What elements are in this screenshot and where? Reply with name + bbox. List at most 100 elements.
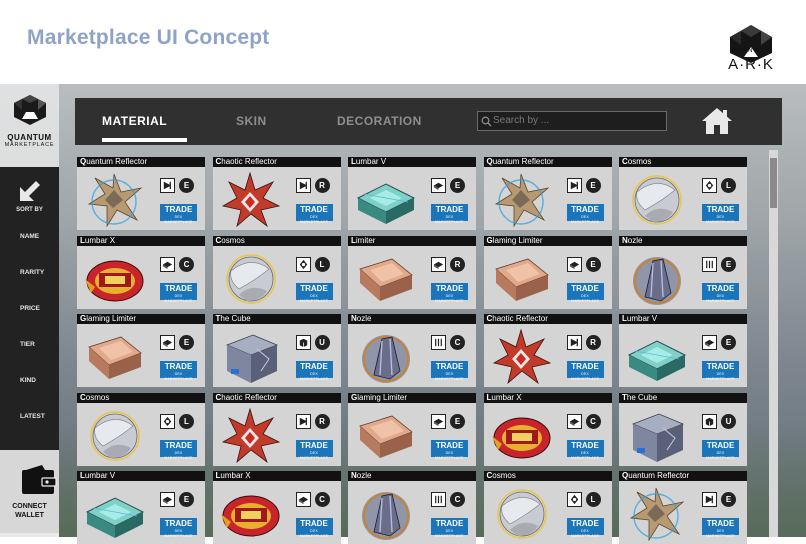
item-card[interactable]: Quantum Reflector E TRADE DEX MARKETPLAC… [483, 157, 612, 230]
item-card[interactable]: Lumbar V E TRADE DEX MARKETPLACE [619, 314, 747, 387]
trade-button[interactable]: TRADE DEX MARKETPLACE [160, 361, 197, 381]
item-card[interactable]: The Cube U TRADE DEX MARKETPLACE [619, 392, 747, 466]
grid-scrollbar[interactable] [769, 150, 778, 537]
item-card[interactable]: Limiter R TRADE DEX MARKETPLACE [348, 235, 476, 309]
item-name: Nozle [351, 471, 372, 480]
trade-button[interactable]: TRADE DEX MARKETPLACE [431, 439, 468, 460]
trade-button-label: TRADE [571, 362, 599, 371]
item-card[interactable]: Lumbar V E TRADE DEX MARKETPLACE [77, 471, 205, 544]
item-card-header: Quantum Reflector [77, 157, 205, 167]
trade-button[interactable]: TRADE DEX MARKETPLACE [702, 204, 739, 224]
trade-button[interactable]: TRADE DEX MARKETPLACE [566, 361, 604, 381]
scrollbar-thumb[interactable] [770, 158, 777, 208]
item-rarity-badge: C [585, 413, 601, 429]
item-type-glyph-icon [162, 496, 173, 505]
trade-button[interactable]: TRADE DEX MARKETPLACE [160, 282, 197, 303]
item-card[interactable]: Lumbar X C TRADE DEX MARKETPLACE [483, 392, 612, 466]
trade-button[interactable]: TRADE DEX MARKETPLACE [295, 361, 333, 381]
item-type-glyph-icon [163, 416, 172, 426]
search-input[interactable]: Search by ... [477, 111, 667, 131]
trade-button[interactable]: TRADE DEX MARKETPLACE [295, 204, 333, 224]
sort-option-price[interactable]: PRICE [0, 305, 59, 312]
item-card[interactable]: Chaotic Reflector R TRADE DEX MARKETPLAC… [483, 314, 612, 387]
item-card[interactable]: Nozle C TRADE DEX MARKETPLACE [348, 471, 476, 544]
item-card[interactable]: Chaotic Reflector R TRADE DEX MARKETPLAC… [212, 157, 341, 230]
item-card[interactable]: Quantum Reflector E TRADE DEX MARKETPLAC… [77, 157, 205, 230]
item-card[interactable]: Glaming Limiter E TRADE DEX MARKETPLACE [483, 235, 612, 309]
item-card[interactable]: Glaming Limiter E TRADE DEX MARKETPLACE [348, 392, 476, 466]
item-card[interactable]: Cosmos L TRADE DEX MARKETPLACE [212, 235, 341, 309]
tab-skin[interactable]: SKIN [236, 114, 267, 128]
tab-material[interactable]: MATERIAL [102, 114, 167, 128]
trade-button-sub: DEX MARKETPLACE [706, 293, 735, 303]
trade-button[interactable]: TRADE DEX MARKETPLACE [566, 282, 604, 303]
item-card[interactable]: Chaotic Reflector R TRADE DEX MARKETPLAC… [212, 392, 341, 466]
trade-button-sub: DEX MARKETPLACE [570, 450, 600, 460]
item-card[interactable]: Lumbar X C TRADE DEX MARKETPLACE [212, 471, 341, 544]
item-type-glyph-icon [298, 496, 308, 505]
item-type-glyph-icon [163, 181, 172, 190]
trade-button-label: TRADE [164, 362, 193, 371]
trade-button[interactable]: TRADE DEX MARKETPLACE [431, 282, 468, 303]
trade-button-label: TRADE [435, 283, 464, 293]
item-card[interactable]: Cosmos L TRADE DEX MARKETPLACE [619, 157, 747, 230]
sort-option-name[interactable]: NAME [0, 233, 59, 240]
item-card[interactable]: Lumbar X C TRADE DEX MARKETPLACE [77, 235, 205, 309]
trade-button[interactable]: TRADE DEX MARKETPLACE [702, 518, 739, 538]
trade-button-label: TRADE [435, 362, 464, 371]
trade-button[interactable]: TRADE DEX MARKETPLACE [566, 439, 604, 460]
item-type-glyph-icon [570, 494, 578, 505]
trade-button[interactable]: TRADE DEX MARKETPLACE [702, 361, 739, 381]
sort-option-tier[interactable]: TIER [0, 341, 59, 348]
item-artwork-icon [631, 413, 685, 462]
item-card[interactable]: The Cube U TRADE DEX MARKETPLACE [212, 314, 341, 387]
trade-button[interactable]: TRADE DEX MARKETPLACE [160, 439, 197, 460]
sort-option-kind[interactable]: KIND [0, 377, 59, 384]
item-artwork-icon [221, 171, 280, 228]
connect-wallet-button[interactable]: CONNECT WALLET [0, 450, 59, 537]
trade-button[interactable]: TRADE DEX MARKETPLACE [566, 518, 604, 538]
item-artwork-icon [90, 410, 140, 461]
sort-arrow-icon[interactable] [16, 177, 44, 205]
item-card-header: The Cube [212, 314, 341, 324]
sort-option-latest[interactable]: LATEST [0, 413, 59, 420]
item-kind-icon [431, 335, 446, 350]
trade-button[interactable]: TRADE DEX MARKETPLACE [431, 518, 468, 538]
item-type-glyph-icon [433, 418, 444, 426]
trade-button[interactable]: TRADE DEX MARKETPLACE [295, 282, 333, 303]
item-card[interactable]: Quantum Reflector E TRADE DEX MARKETPLAC… [619, 471, 747, 544]
item-card[interactable]: Nozle E TRADE DEX MARKETPLACE [619, 235, 747, 309]
item-artwork-icon [87, 173, 143, 228]
sort-option-rarity[interactable]: RARITY [0, 269, 59, 276]
trade-button[interactable]: TRADE DEX MARKETPLACE [566, 204, 604, 224]
item-type-glyph-icon [299, 417, 307, 425]
trade-button[interactable]: TRADE DEX MARKETPLACE [431, 361, 468, 381]
item-name: Cosmos [215, 235, 245, 245]
home-icon[interactable] [700, 106, 734, 136]
trade-button[interactable]: TRADE DEX MARKETPLACE [295, 518, 333, 538]
trade-button-label: TRADE [300, 205, 328, 214]
item-kind-icon [431, 413, 446, 429]
item-rarity-badge: E [179, 178, 194, 193]
item-card-header: Nozle [348, 314, 476, 324]
trade-button[interactable]: TRADE DEX MARKETPLACE [160, 204, 197, 224]
item-card[interactable]: Nozle C TRADE DEX MARKETPLACE [348, 314, 476, 387]
trade-button[interactable]: TRADE DEX MARKETPLACE [702, 282, 739, 303]
tab-decoration[interactable]: DECORATION [337, 114, 422, 128]
item-card[interactable]: Cosmos L TRADE DEX MARKETPLACE [483, 471, 612, 544]
item-card-header: Cosmos [483, 471, 612, 481]
trade-button[interactable]: TRADE DEX MARKETPLACE [702, 439, 739, 460]
sidebar-brand-sub: MARKETPLACE [4, 142, 55, 148]
trade-button-label: TRADE [300, 519, 328, 528]
item-card[interactable]: Cosmos L TRADE DEX MARKETPLACE [77, 392, 205, 466]
trade-button[interactable]: TRADE DEX MARKETPLACE [160, 518, 197, 538]
item-card-header: Nozle [348, 471, 476, 481]
trade-button[interactable]: TRADE DEX MARKETPLACE [431, 204, 468, 224]
trade-button-label: TRADE [571, 283, 599, 293]
item-card[interactable]: Lumbar V E TRADE DEX MARKETPLACE [348, 157, 476, 230]
item-type-glyph-icon [162, 261, 173, 269]
item-card[interactable]: Glaming Limiter E TRADE DEX MARKETPLACE [77, 314, 205, 387]
trade-button-sub: DEX MARKETPLACE [570, 372, 600, 381]
item-type-glyph-icon [435, 495, 442, 504]
trade-button[interactable]: TRADE DEX MARKETPLACE [295, 439, 333, 460]
